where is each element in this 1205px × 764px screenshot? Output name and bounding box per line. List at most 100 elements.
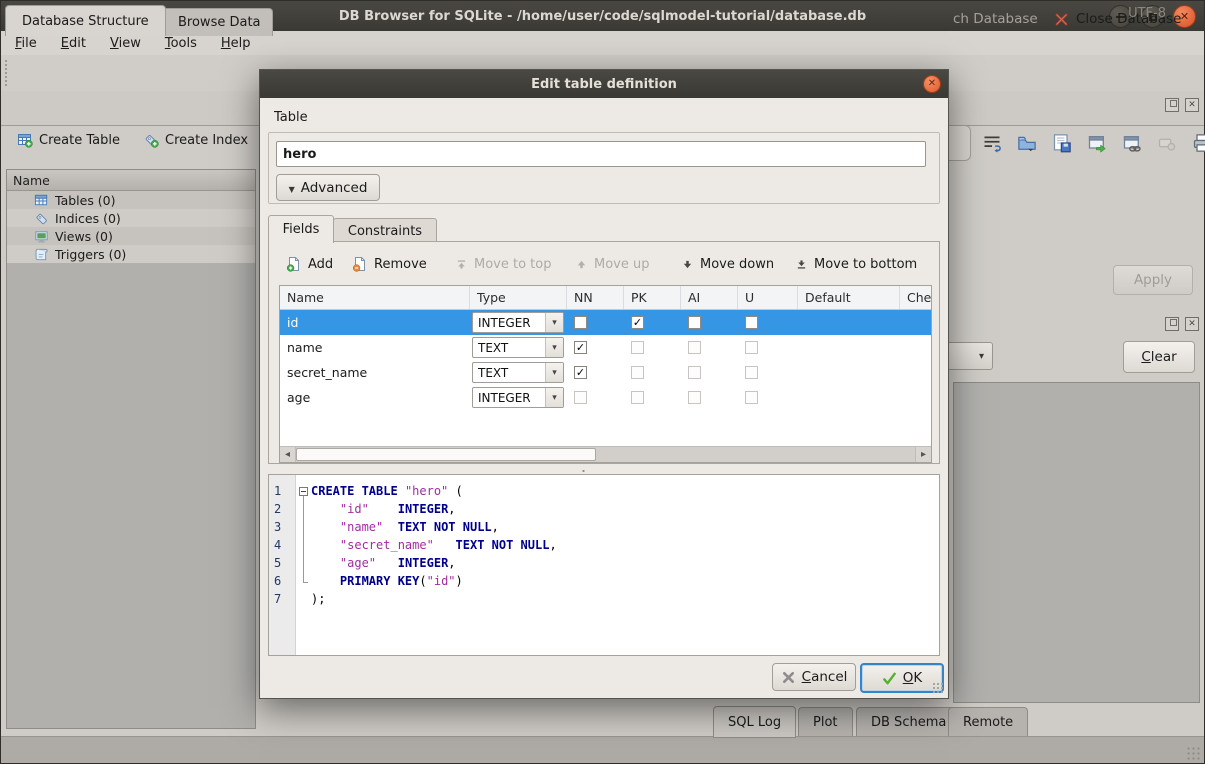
scrollbar-thumb[interactable] [296, 448, 596, 461]
menu-view[interactable]: View [106, 35, 145, 52]
advanced-button[interactable]: Advanced [276, 174, 380, 201]
field-default-cell[interactable] [798, 385, 900, 410]
menu-file[interactable]: File [11, 35, 41, 52]
chevron-down-icon[interactable] [545, 363, 563, 382]
field-row-age[interactable]: ageINTEGER [280, 385, 931, 410]
bottom-tab-remote[interactable]: Remote [948, 707, 1028, 737]
tree-item-views[interactable]: Views (0) [7, 227, 255, 245]
stop-icon[interactable] [1154, 129, 1180, 157]
scroll-left-icon[interactable] [280, 447, 296, 462]
menu-help[interactable]: Help [217, 35, 255, 52]
tree-column-header[interactable]: Name [7, 170, 255, 191]
tab-constraints[interactable]: Constraints [333, 218, 437, 243]
chevron-down-icon[interactable] [545, 338, 563, 357]
chevron-down-icon[interactable] [545, 388, 563, 407]
cancel-button[interactable]: Cancel [772, 663, 856, 691]
nn-checkbox[interactable] [574, 341, 587, 354]
ai-checkbox[interactable] [688, 391, 701, 404]
field-default-cell[interactable] [798, 335, 900, 360]
table-name-input[interactable]: hero [276, 141, 926, 167]
field-check-cell[interactable] [900, 335, 932, 360]
dialog-resize-grip[interactable] [932, 682, 944, 694]
type-dropdown[interactable]: INTEGER [472, 387, 564, 408]
dock-float-icon[interactable] [1165, 317, 1179, 331]
menu-tools[interactable]: Tools [161, 35, 201, 52]
move-to-bottom-button[interactable]: Move to bottom [795, 252, 917, 276]
sql-line: "id" INTEGER, [311, 500, 939, 518]
fold-collapse-icon[interactable] [299, 487, 308, 496]
toolbar-grip[interactable] [4, 59, 9, 87]
dialog-close-icon[interactable] [923, 75, 941, 93]
pk-checkbox[interactable] [631, 341, 644, 354]
ai-checkbox[interactable] [688, 341, 701, 354]
ai-checkbox[interactable] [688, 366, 701, 379]
create-index-button[interactable]: Create Index [143, 132, 248, 148]
pk-checkbox[interactable] [631, 366, 644, 379]
type-dropdown[interactable]: TEXT [472, 337, 564, 358]
open-file-icon[interactable] [1014, 129, 1040, 157]
tab-fields[interactable]: Fields [268, 215, 334, 243]
field-row-secret_name[interactable]: secret_nameTEXT [280, 360, 931, 385]
column-header-pk[interactable]: PK [624, 286, 681, 309]
u-checkbox[interactable] [745, 316, 758, 329]
field-default-cell[interactable] [798, 310, 900, 335]
dock-close-icon[interactable] [1185, 317, 1199, 331]
save-file-icon[interactable] [1049, 129, 1075, 157]
ai-checkbox[interactable] [688, 316, 701, 329]
clear-button[interactable]: Clear [1123, 341, 1195, 373]
tree-item-tables[interactable]: Tables (0) [7, 191, 255, 209]
create-table-button[interactable]: Create Table [17, 132, 120, 148]
move-down-button[interactable]: Move down [681, 252, 774, 276]
field-default-cell[interactable] [798, 360, 900, 385]
column-header-u[interactable]: U [738, 286, 798, 309]
horizontal-scrollbar[interactable] [280, 446, 931, 462]
attach-icon[interactable] [1119, 129, 1145, 157]
column-header-name[interactable]: Name [280, 286, 470, 309]
tree-item-indices[interactable]: Indices (0) [7, 209, 255, 227]
column-header-type[interactable]: Type [470, 286, 567, 309]
type-dropdown[interactable]: TEXT [472, 362, 564, 383]
field-check-cell[interactable] [900, 310, 932, 335]
field-check-cell[interactable] [900, 385, 932, 410]
field-row-name[interactable]: nameTEXT [280, 335, 931, 360]
chevron-down-icon[interactable] [545, 313, 563, 332]
word-wrap-icon[interactable] [979, 129, 1005, 157]
scroll-right-icon[interactable] [915, 447, 931, 462]
tab-browse-data[interactable]: Browse Data [161, 8, 273, 36]
menu-edit[interactable]: Edit [57, 35, 90, 52]
bottom-tab-sql-log[interactable]: SQL Log [713, 706, 796, 738]
window-title: DB Browser for SQLite - /home/user/code/… [339, 9, 866, 24]
field-name-cell[interactable]: name [280, 335, 470, 360]
field-check-cell[interactable] [900, 360, 932, 385]
nn-checkbox[interactable] [574, 391, 587, 404]
u-checkbox[interactable] [745, 391, 758, 404]
column-header-nn[interactable]: NN [567, 286, 624, 309]
dock-float-icon[interactable] [1165, 98, 1179, 112]
add-button[interactable]: Add [286, 252, 333, 276]
tree-item-triggers[interactable]: Triggers (0) [7, 245, 255, 263]
nn-checkbox[interactable] [574, 316, 587, 329]
pk-checkbox[interactable] [631, 316, 644, 329]
u-checkbox[interactable] [745, 341, 758, 354]
u-checkbox[interactable] [745, 366, 758, 379]
column-header-default[interactable]: Default [798, 286, 900, 309]
tab-database-structure[interactable]: Database Structure [5, 5, 166, 36]
column-header-che[interactable]: Che [900, 286, 932, 309]
dock-close-icon[interactable] [1185, 98, 1199, 112]
type-dropdown[interactable]: INTEGER [472, 312, 564, 333]
field-row-id[interactable]: idINTEGER [280, 310, 931, 335]
execute-file-icon[interactable] [1084, 129, 1110, 157]
field-u-cell [738, 335, 798, 360]
bottom-tab-plot[interactable]: Plot [798, 707, 853, 737]
field-name-cell[interactable]: id [280, 310, 470, 335]
column-header-ai[interactable]: AI [681, 286, 738, 309]
pk-checkbox[interactable] [631, 391, 644, 404]
remove-button[interactable]: Remove [352, 252, 427, 276]
apply-button[interactable]: Apply [1113, 265, 1193, 295]
field-name-cell[interactable]: secret_name [280, 360, 470, 385]
field-name-cell[interactable]: age [280, 385, 470, 410]
print-icon[interactable] [1189, 129, 1205, 157]
resize-grip[interactable] [1186, 746, 1200, 760]
nn-checkbox[interactable] [574, 366, 587, 379]
bottom-tab-db-schema[interactable]: DB Schema [856, 707, 961, 737]
